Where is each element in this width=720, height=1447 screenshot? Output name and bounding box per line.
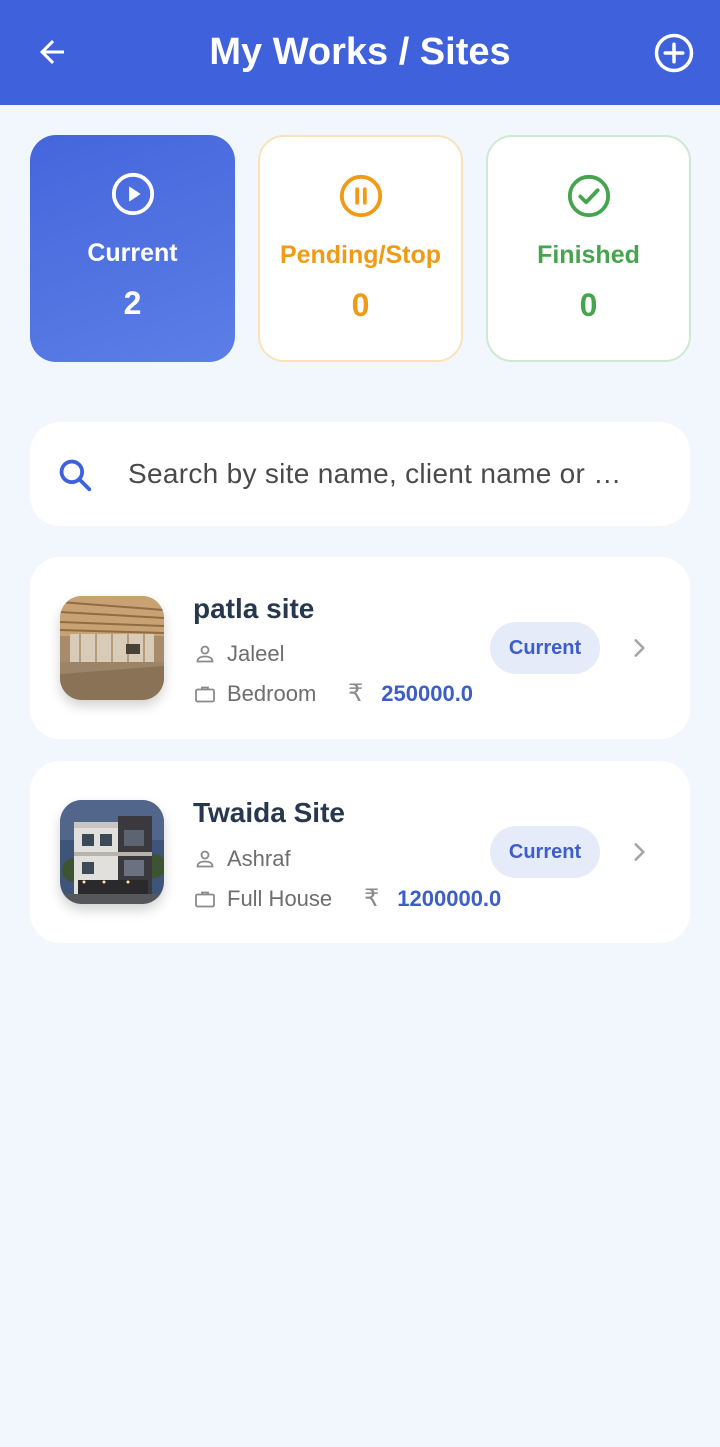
work-type: Full House [227,886,333,911]
chevron-right-icon [634,843,645,861]
add-site-button[interactable] [652,31,696,75]
client-name: Jaleel [227,641,285,666]
site-amount: 250000.0 [381,680,474,706]
check-circle-icon [567,174,610,218]
site-card[interactable]: patla site Jaleel Bedroom ₹ 250000.0 Cur… [30,557,690,739]
site-card[interactable]: Twaida Site Ashraf Full House ₹ 1200000.… [30,761,690,943]
chevron-right-icon [634,639,645,657]
status-badge: Current [490,622,600,674]
stat-card-current[interactable]: Current 2 [30,135,235,362]
site-amount: 1200000.0 [397,885,502,911]
site-thumbnail [60,596,164,700]
search-bar [30,422,690,526]
client-row: Ashraf [193,846,291,872]
stat-label-current: Current [87,239,178,267]
status-badge: Current [490,826,600,878]
amount-row: ₹ 250000.0 [348,679,473,708]
pause-circle-icon [339,174,382,218]
briefcase-icon [195,891,215,908]
stat-count-current: 2 [123,285,142,321]
person-icon [196,645,214,663]
search-icon [59,459,92,492]
work-type: Bedroom [227,681,317,706]
stat-card-pending[interactable]: Pending/Stop 0 [258,135,463,362]
client-row: Jaleel [193,641,284,667]
stat-label-finished: Finished [537,241,640,269]
stat-card-finished[interactable]: Finished 0 [486,135,691,362]
stat-count-pending: 0 [351,287,370,323]
site-name: Twaida Site [193,797,345,828]
amount-row: ₹ 1200000.0 [364,884,501,913]
app-bar: My Works / Sites [0,0,720,105]
rupee-icon: ₹ [364,885,380,912]
interior-construction-photo [60,596,164,700]
client-name: Ashraf [227,846,291,871]
person-icon [196,850,214,868]
work-type-row: Bedroom [193,681,316,707]
stat-count-finished: 0 [579,287,598,323]
rupee-icon: ₹ [348,680,364,707]
plus-circle-icon [654,33,694,73]
page-title: My Works / Sites [209,31,511,73]
site-thumbnail [60,800,164,904]
search-input[interactable] [128,450,668,498]
stat-label-pending: Pending/Stop [279,241,442,269]
play-circle-icon [111,172,154,216]
site-name: patla site [193,593,315,624]
house-exterior-photo [60,800,164,904]
briefcase-icon [195,686,215,703]
work-type-row: Full House [193,886,332,912]
